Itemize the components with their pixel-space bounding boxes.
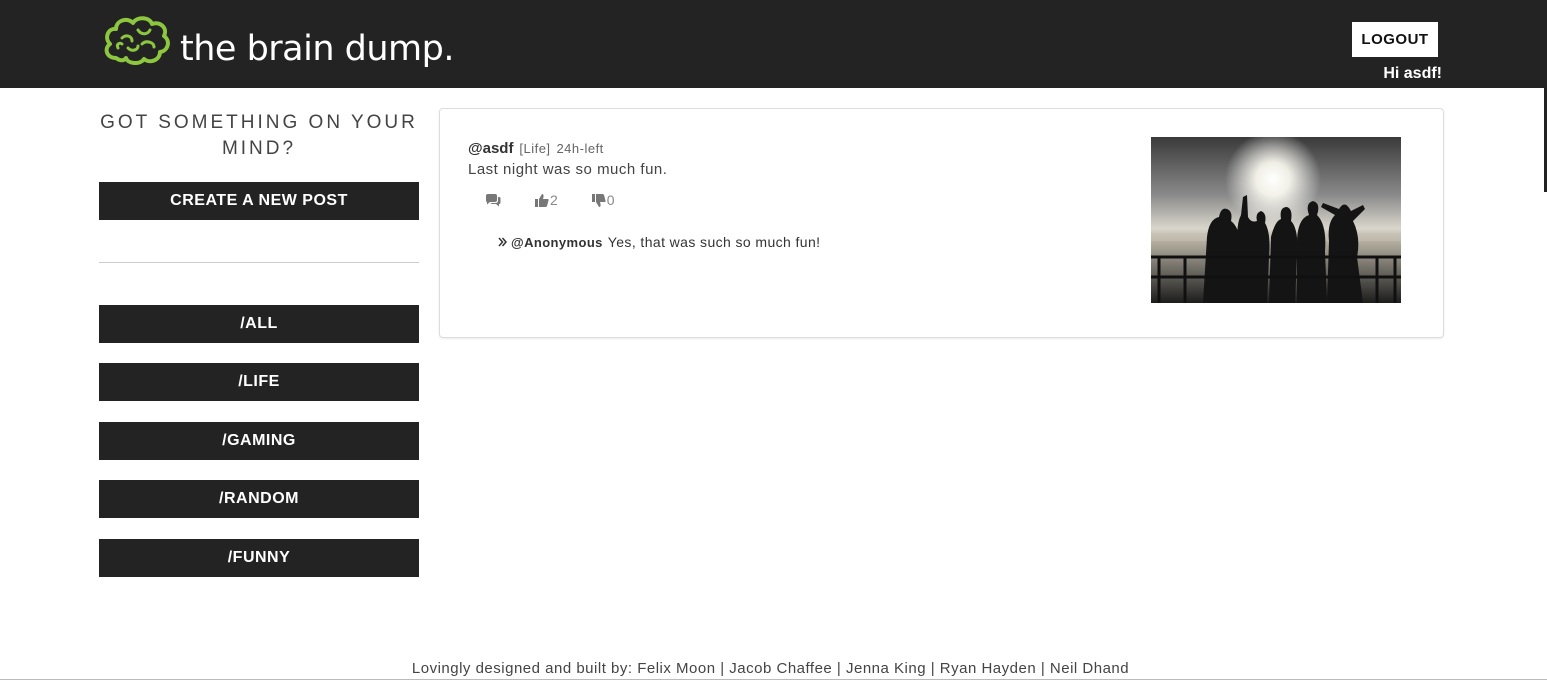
post-time-left: 24h-left: [556, 141, 604, 156]
thumbs-up-icon: [535, 193, 549, 207]
dislike-count: 0: [606, 192, 615, 208]
post-actions: 2 0: [485, 192, 615, 208]
sidebar-divider: [99, 262, 419, 263]
like-count: 2: [550, 192, 558, 208]
category-life-button[interactable]: /LIFE: [99, 363, 419, 401]
sidebar-heading: GOT SOMETHING ON YOUR MIND?: [100, 112, 418, 159]
dislike-button[interactable]: 0: [591, 192, 615, 208]
brain-icon: [104, 16, 170, 65]
comment-item: @Anonymous Yes, that was such so much fu…: [498, 234, 820, 250]
double-chevron-right-icon: [498, 237, 507, 247]
user-greeting: Hi asdf!: [1383, 65, 1442, 82]
post-category-tag: [Life]: [519, 141, 551, 156]
post-card: @asdf [Life] 24h-left Last night was so …: [439, 108, 1444, 338]
category-funny-button[interactable]: /FUNNY: [99, 539, 419, 577]
comment-text: Yes, that was such so much fun!: [607, 234, 821, 250]
logo-text: the brain dump.: [180, 28, 455, 69]
category-gaming-button[interactable]: /GAMING: [99, 422, 419, 460]
category-all-button[interactable]: /ALL: [99, 305, 419, 343]
post-meta: @asdf [Life] 24h-left: [468, 140, 604, 157]
top-navbar: the brain dump. LOGOUT Hi asdf!: [0, 0, 1547, 88]
footer-divider: [0, 679, 1547, 680]
comment-icon: [486, 193, 501, 206]
comment-button[interactable]: [485, 193, 501, 207]
post-body: Last night was so much fun.: [468, 161, 668, 178]
post-image[interactable]: [1151, 137, 1401, 303]
create-post-button[interactable]: CREATE A NEW POST: [99, 182, 419, 220]
site-logo[interactable]: the brain dump.: [102, 12, 455, 72]
thumbs-down-icon: [591, 193, 606, 207]
category-random-button[interactable]: /RANDOM: [99, 480, 419, 518]
footer-credits: Lovingly designed and built by: Felix Mo…: [411, 660, 1130, 677]
logout-button[interactable]: LOGOUT: [1352, 22, 1438, 57]
like-button[interactable]: 2: [535, 192, 558, 208]
post-author[interactable]: @asdf: [468, 140, 513, 157]
comment-author: @Anonymous: [511, 234, 603, 250]
